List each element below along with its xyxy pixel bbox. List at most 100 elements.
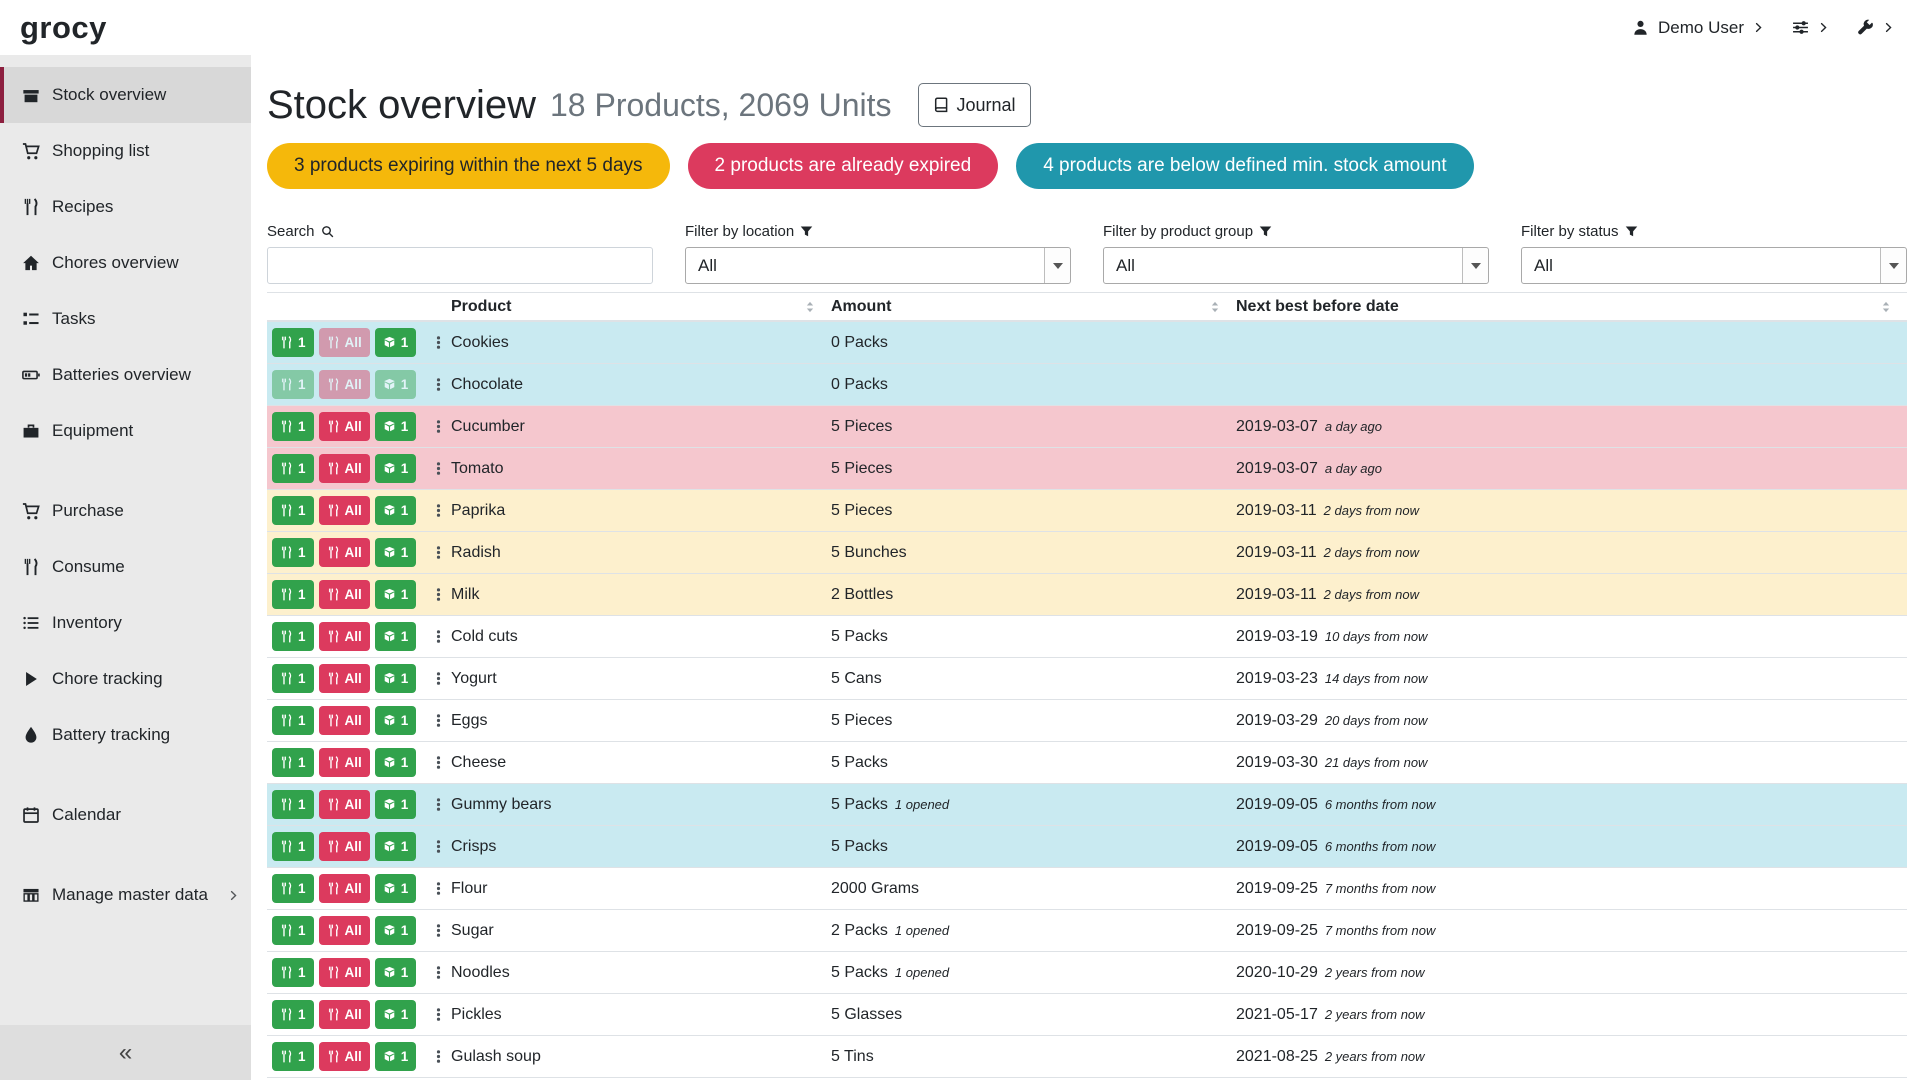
consume-one-button[interactable]: 1 — [272, 874, 314, 903]
consume-all-button[interactable]: All — [319, 706, 370, 735]
consume-all-button[interactable]: All — [319, 1042, 370, 1071]
consume-one-button[interactable]: 1 — [272, 496, 314, 525]
display-settings-menu[interactable] — [1792, 19, 1829, 36]
consume-all-button[interactable]: All — [319, 958, 370, 987]
consume-all-button[interactable]: All — [319, 664, 370, 693]
consume-one-button[interactable]: 1 — [272, 832, 314, 861]
consume-one-button[interactable]: 1 — [272, 622, 314, 651]
row-menu-button[interactable] — [429, 837, 448, 856]
admin-tools-menu[interactable] — [1857, 19, 1894, 36]
column-header-amount[interactable]: Amount — [831, 293, 1236, 320]
sidebar-item-equipment[interactable]: Equipment — [0, 403, 251, 459]
sidebar-item-battery-tracking[interactable]: Battery tracking — [0, 707, 251, 763]
sidebar-item-chores-overview[interactable]: Chores overview — [0, 235, 251, 291]
row-menu-button[interactable] — [429, 879, 448, 898]
sidebar-collapse-button[interactable]: « — [0, 1025, 251, 1080]
open-one-button[interactable]: 1 — [375, 580, 417, 609]
open-one-button[interactable]: 1 — [375, 328, 417, 357]
consume-one-button[interactable]: 1 — [272, 916, 314, 945]
status-filter-select[interactable]: All — [1521, 247, 1907, 284]
column-header-product[interactable]: Product — [451, 293, 831, 320]
consume-one-button[interactable]: 1 — [272, 538, 314, 567]
consume-all-button[interactable]: All — [319, 454, 370, 483]
consume-one-button[interactable]: 1 — [272, 328, 314, 357]
open-one-button[interactable]: 1 — [375, 664, 417, 693]
row-menu-button[interactable] — [429, 1005, 448, 1024]
open-one-button[interactable]: 1 — [375, 706, 417, 735]
open-one-button[interactable]: 1 — [375, 538, 417, 567]
location-filter-select[interactable]: All — [685, 247, 1071, 284]
kebab-icon — [431, 1049, 446, 1064]
column-header-next-best-before-date[interactable]: Next best before date — [1236, 293, 1907, 320]
open-one-button[interactable]: 1 — [375, 958, 417, 987]
row-menu-button[interactable] — [429, 963, 448, 982]
consume-one-button[interactable]: 1 — [272, 1000, 314, 1029]
sidebar-item-shopping-list[interactable]: Shopping list — [0, 123, 251, 179]
sidebar-item-purchase[interactable]: Purchase — [0, 483, 251, 539]
sidebar-item-tasks[interactable]: Tasks — [0, 291, 251, 347]
consume-one-button[interactable]: 1 — [272, 790, 314, 819]
consume-one-button[interactable]: 1 — [272, 706, 314, 735]
consume-one-button[interactable]: 1 — [272, 1042, 314, 1071]
sidebar-item-calendar[interactable]: Calendar — [0, 787, 251, 843]
sidebar-item-recipes[interactable]: Recipes — [0, 179, 251, 235]
open-one-button[interactable]: 1 — [375, 1042, 417, 1071]
journal-button[interactable]: Journal — [918, 83, 1031, 127]
row-menu-button[interactable] — [429, 417, 448, 436]
search-input[interactable] — [267, 247, 653, 284]
consume-all-button[interactable]: All — [319, 622, 370, 651]
consume-one-button[interactable]: 1 — [272, 412, 314, 441]
sidebar-item-chore-tracking[interactable]: Chore tracking — [0, 651, 251, 707]
row-menu-button[interactable] — [429, 1047, 448, 1066]
open-one-button[interactable]: 1 — [375, 496, 417, 525]
consume-one-button[interactable]: 1 — [272, 958, 314, 987]
consume-all-button[interactable]: All — [319, 748, 370, 777]
pill-expiring[interactable]: 3 products expiring within the next 5 da… — [267, 143, 670, 189]
open-one-button[interactable]: 1 — [375, 1000, 417, 1029]
consume-all-button[interactable]: All — [319, 538, 370, 567]
pill-expired[interactable]: 2 products are already expired — [688, 143, 999, 189]
consume-all-button[interactable]: All — [319, 916, 370, 945]
consume-one-button[interactable]: 1 — [272, 748, 314, 777]
open-one-button[interactable]: 1 — [375, 874, 417, 903]
open-one-button[interactable]: 1 — [375, 832, 417, 861]
consume-all-button[interactable]: All — [319, 790, 370, 819]
row-menu-button[interactable] — [429, 333, 448, 352]
consume-one-button[interactable]: 1 — [272, 580, 314, 609]
sidebar-item-consume[interactable]: Consume — [0, 539, 251, 595]
row-menu-button[interactable] — [429, 585, 448, 604]
consume-all-button[interactable]: All — [319, 412, 370, 441]
date-value: 2019-09-05 — [1236, 796, 1318, 813]
row-menu-button[interactable] — [429, 627, 448, 646]
consume-all-button[interactable]: All — [319, 1000, 370, 1029]
row-menu-button[interactable] — [429, 795, 448, 814]
open-one-button[interactable]: 1 — [375, 412, 417, 441]
open-one-button[interactable]: 1 — [375, 916, 417, 945]
app-logo[interactable]: grocy — [20, 10, 107, 46]
user-menu[interactable]: Demo User — [1632, 18, 1764, 38]
consume-all-button[interactable]: All — [319, 580, 370, 609]
sidebar-item-inventory[interactable]: Inventory — [0, 595, 251, 651]
consume-all-button[interactable]: All — [319, 496, 370, 525]
row-menu-button[interactable] — [429, 753, 448, 772]
consume-all-button[interactable]: All — [319, 832, 370, 861]
sidebar-item-batteries-overview[interactable]: Batteries overview — [0, 347, 251, 403]
consume-all-button[interactable]: All — [319, 874, 370, 903]
open-one-button[interactable]: 1 — [375, 748, 417, 777]
row-menu-button[interactable] — [429, 921, 448, 940]
row-menu-button[interactable] — [429, 375, 448, 394]
row-menu-button[interactable] — [429, 501, 448, 520]
row-menu-button[interactable] — [429, 459, 448, 478]
consume-one-button[interactable]: 1 — [272, 664, 314, 693]
row-menu-button[interactable] — [429, 669, 448, 688]
product-group-filter-select[interactable]: All — [1103, 247, 1489, 284]
open-one-button[interactable]: 1 — [375, 454, 417, 483]
sidebar-item-stock-overview[interactable]: Stock overview — [0, 67, 251, 123]
row-menu-button[interactable] — [429, 711, 448, 730]
open-one-button[interactable]: 1 — [375, 790, 417, 819]
open-one-button[interactable]: 1 — [375, 622, 417, 651]
row-menu-button[interactable] — [429, 543, 448, 562]
sidebar-item-manage-master-data[interactable]: Manage master data — [0, 867, 251, 923]
pill-below-min[interactable]: 4 products are below defined min. stock … — [1016, 143, 1473, 189]
consume-one-button[interactable]: 1 — [272, 454, 314, 483]
